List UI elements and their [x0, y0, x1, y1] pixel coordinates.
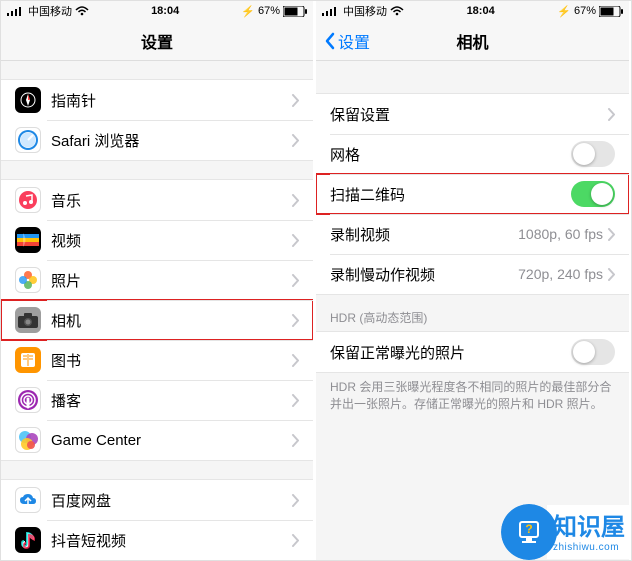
gamecenter-icon	[15, 427, 41, 453]
back-button[interactable]: 设置	[324, 21, 370, 61]
row-label: 录制视频	[330, 224, 518, 245]
watermark-logo-icon: ?	[501, 504, 557, 560]
battery-pct-label: 67%	[258, 5, 280, 17]
settings-row-cloud[interactable]: 百度网盘	[1, 480, 313, 520]
settings-row-safari[interactable]: Safari 浏览器	[1, 120, 313, 160]
wifi-icon	[390, 6, 404, 16]
charging-icon: ⚡	[241, 5, 255, 18]
toggle-switch[interactable]	[571, 141, 615, 167]
book-icon	[15, 347, 41, 373]
settings-row-podcast[interactable]: 播客	[1, 380, 313, 420]
row-label: 视频	[51, 230, 291, 251]
svg-text:?: ?	[525, 522, 532, 536]
row-label: 音乐	[51, 190, 291, 211]
chevron-right-icon	[291, 234, 299, 247]
nav-bar: 设置	[1, 21, 313, 61]
chevron-right-icon	[607, 228, 615, 241]
nav-bar: 设置 相机	[316, 21, 629, 61]
watermark-title: 知识屋	[553, 507, 625, 542]
row-label: 相机	[51, 310, 291, 331]
row-label: 抖音短视频	[51, 530, 291, 551]
carrier-label: 中国移动	[343, 3, 387, 19]
status-bar: 中国移动 18:04 ⚡ 67%	[316, 1, 629, 21]
row-label: 百度网盘	[51, 490, 291, 511]
time-label: 18:04	[467, 5, 495, 17]
row-label: 照片	[51, 270, 291, 291]
video-icon	[15, 227, 41, 253]
settings-row-music[interactable]: 音乐	[1, 180, 313, 220]
carrier-label: 中国移动	[28, 3, 72, 19]
row-label: 扫描二维码	[330, 184, 571, 205]
signal-icon	[322, 6, 340, 16]
settings-row-douyin[interactable]: 抖音短视频	[1, 520, 313, 560]
chevron-right-icon	[291, 194, 299, 207]
camera-row-录制慢动作视频[interactable]: 录制慢动作视频720p, 240 fps	[316, 254, 629, 294]
music-icon	[15, 187, 41, 213]
settings-row-photos[interactable]: 照片	[1, 260, 313, 300]
settings-panel: 中国移动 18:04 ⚡ 67% 设置 指南针 Safari 浏览器 音乐视频照片…	[1, 1, 314, 560]
row-value: 720p, 240 fps	[518, 266, 603, 282]
row-label: 保留正常曝光的照片	[330, 342, 571, 363]
camera-row-扫描二维码[interactable]: 扫描二维码	[316, 174, 629, 214]
compass-icon	[15, 87, 41, 113]
back-label: 设置	[338, 29, 370, 53]
safari-icon	[15, 127, 41, 153]
row-label: Game Center	[51, 432, 291, 449]
chevron-right-icon	[291, 534, 299, 547]
chevron-right-icon	[291, 354, 299, 367]
battery-icon	[599, 6, 623, 17]
camera-row-保留设置[interactable]: 保留设置	[316, 94, 629, 134]
camera-icon	[15, 307, 41, 333]
watermark: ? 知识屋 zhishiwu.com	[501, 504, 631, 560]
battery-pct-label: 67%	[574, 5, 596, 17]
chevron-right-icon	[291, 314, 299, 327]
podcast-icon	[15, 387, 41, 413]
battery-icon	[283, 6, 307, 17]
settings-row-video[interactable]: 视频	[1, 220, 313, 260]
douyin-icon	[15, 527, 41, 553]
row-label: 图书	[51, 350, 291, 371]
hdr-section-header: HDR (高动态范围)	[316, 295, 629, 331]
camera-row-保留正常曝光的照片[interactable]: 保留正常曝光的照片	[316, 332, 629, 372]
row-value: 1080p, 60 fps	[518, 226, 603, 242]
camera-settings-panel: 中国移动 18:04 ⚡ 67% 设置 相机 保留设置网格扫描二维码录制视频10…	[316, 1, 629, 560]
chevron-right-icon	[291, 94, 299, 107]
chevron-right-icon	[291, 394, 299, 407]
chevron-right-icon	[607, 268, 615, 281]
row-label: Safari 浏览器	[51, 130, 291, 151]
photos-icon	[15, 267, 41, 293]
charging-icon: ⚡	[557, 5, 571, 18]
row-label: 网格	[330, 144, 571, 165]
camera-row-网格[interactable]: 网格	[316, 134, 629, 174]
row-label: 指南针	[51, 90, 291, 111]
page-title: 设置	[141, 29, 173, 53]
chevron-right-icon	[291, 274, 299, 287]
row-label: 保留设置	[330, 104, 607, 125]
cloud-icon	[15, 487, 41, 513]
row-label: 播客	[51, 390, 291, 411]
hdr-footnote: HDR 会用三张曝光程度各不相同的照片的最佳部分合并出一张照片。存储正常曝光的照…	[316, 373, 629, 413]
watermark-url: zhishiwu.com	[553, 542, 625, 553]
page-title: 相机	[456, 29, 488, 53]
row-label: 录制慢动作视频	[330, 264, 518, 285]
camera-row-录制视频[interactable]: 录制视频1080p, 60 fps	[316, 214, 629, 254]
chevron-right-icon	[607, 108, 615, 121]
chevron-right-icon	[291, 134, 299, 147]
time-label: 18:04	[151, 5, 179, 17]
chevron-right-icon	[291, 494, 299, 507]
settings-row-compass[interactable]: 指南针	[1, 80, 313, 120]
toggle-switch[interactable]	[571, 181, 615, 207]
chevron-right-icon	[291, 434, 299, 447]
settings-row-camera[interactable]: 相机	[1, 300, 313, 340]
settings-row-book[interactable]: 图书	[1, 340, 313, 380]
settings-row-gamecenter[interactable]: Game Center	[1, 420, 313, 460]
toggle-switch[interactable]	[571, 339, 615, 365]
signal-icon	[7, 6, 25, 16]
wifi-icon	[75, 6, 89, 16]
status-bar: 中国移动 18:04 ⚡ 67%	[1, 1, 313, 21]
